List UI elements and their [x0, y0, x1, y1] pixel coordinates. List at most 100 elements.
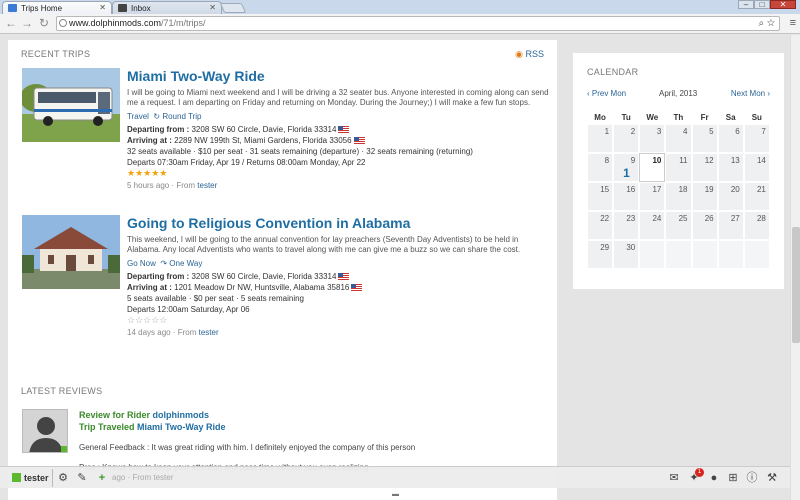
calendar-day[interactable]: 12	[691, 153, 718, 182]
church-photo[interactable]	[22, 215, 120, 289]
close-tab-icon[interactable]: ✕	[209, 3, 216, 12]
calendar-day[interactable]: 17	[639, 182, 666, 211]
calendar-empty-cell	[743, 240, 770, 269]
day-number: 9	[630, 156, 636, 165]
calendar-day[interactable]: 1	[587, 124, 614, 153]
calendar-empty-cell	[665, 240, 692, 269]
browser-navbar: ← → ↻ www.dolphinmods.com/71/m/trips/ ⌕ …	[0, 14, 800, 34]
calendar-day[interactable]: 24	[639, 211, 666, 240]
day-number: 15	[600, 185, 610, 194]
resize-grip-icon[interactable]: ▬	[392, 491, 399, 498]
next-month-link[interactable]: Next Mon ›	[731, 89, 770, 98]
calendar-day[interactable]: 28	[743, 211, 770, 240]
calendar-day[interactable]: 29	[587, 240, 614, 269]
calendar-day[interactable]: 19	[691, 182, 718, 211]
edit-icon[interactable]: ✎	[75, 471, 89, 485]
calendar-day[interactable]: 23	[613, 211, 640, 240]
tab-inbox[interactable]: Inbox ✕	[112, 1, 222, 14]
calendar-day[interactable]: 15	[587, 182, 614, 211]
calendar-day[interactable]: 4	[665, 124, 692, 153]
wrench-icon[interactable]: ⚒	[765, 471, 779, 485]
author-link[interactable]: tester	[199, 328, 219, 337]
day-number: 13	[730, 156, 740, 165]
reviewed-trip-link[interactable]: Miami Two-Way Ride	[137, 422, 226, 432]
close-tab-icon[interactable]: ✕	[99, 3, 106, 12]
scrollbar-thumb[interactable]	[792, 227, 800, 343]
address-bar[interactable]: www.dolphinmods.com/71/m/trips/ ⌕ ☆	[56, 16, 780, 31]
calendar-day[interactable]: 2	[613, 124, 640, 153]
site-favicon-icon	[8, 4, 17, 12]
mail-icon[interactable]: ✉	[667, 471, 681, 485]
minimize-button[interactable]: –	[738, 0, 754, 9]
reviewed-user-link[interactable]: dolphinmods	[153, 410, 210, 420]
calendar-day[interactable]: 13	[717, 153, 744, 182]
avatar[interactable]	[22, 409, 68, 453]
bus-photo[interactable]	[22, 68, 120, 142]
tab-trips-home[interactable]: Trips Home ✕	[2, 1, 112, 14]
calendar-day[interactable]: 22	[587, 211, 614, 240]
twitter-icon[interactable]: ✦ 1	[687, 468, 704, 485]
trip-category-link[interactable]: Go Now	[127, 259, 156, 268]
trip-title-link[interactable]: Miami Two-Way Ride	[127, 68, 552, 84]
seats-remaining-departure: 31 seats remaining (departure)	[249, 147, 360, 156]
weekday-label: Fr	[700, 113, 709, 122]
event-count-link[interactable]: 1	[623, 166, 630, 180]
user-menu[interactable]: tester	[12, 471, 49, 485]
vertical-scrollbar[interactable]	[790, 35, 800, 500]
day-number: 27	[730, 214, 740, 223]
zoom-icon[interactable]: ⌕	[758, 18, 764, 29]
review-for-label: Review for Rider	[79, 410, 151, 420]
back-button[interactable]: ←	[4, 17, 18, 31]
close-window-button[interactable]: ✕	[770, 0, 796, 9]
new-tab-button[interactable]	[219, 3, 247, 13]
prev-month-link[interactable]: ‹ Prev Mon	[587, 89, 626, 98]
forward-button[interactable]: →	[20, 17, 34, 31]
calendar-day[interactable]: 20	[717, 182, 744, 211]
day-number: 7	[761, 127, 766, 136]
maximize-button[interactable]: □	[754, 0, 770, 9]
rss-link[interactable]: ◉ RSS	[515, 49, 544, 60]
calendar-day[interactable]: 8	[587, 153, 614, 182]
profile-icon[interactable]: ●	[707, 471, 721, 485]
wrench-menu-icon[interactable]: ≡	[790, 17, 796, 29]
bookmark-star-icon[interactable]: ☆	[767, 18, 775, 29]
calendar-day[interactable]: 3	[639, 124, 666, 153]
calendar-week: 15 16 17 18 19 20 21	[587, 182, 770, 211]
settings-gear-icon[interactable]: ⚙	[56, 471, 70, 485]
calendar-day[interactable]: 5	[691, 124, 718, 153]
calendar-day[interactable]: 21	[743, 182, 770, 211]
calendar-day[interactable]: 16	[613, 182, 640, 211]
trip-details: Going to Religious Convention in Alabama…	[127, 215, 552, 337]
trip-category-link[interactable]: Travel	[127, 112, 149, 121]
calendar-day[interactable]: 7	[743, 124, 770, 153]
review-for-line: Review for Rider dolphinmods	[79, 409, 549, 421]
calendar-day[interactable]: 26	[691, 211, 718, 240]
calendar-day[interactable]: 27	[717, 211, 744, 240]
trip-type-link[interactable]: Round Trip	[162, 112, 201, 121]
add-icon[interactable]: +	[95, 471, 109, 485]
calendar-day[interactable]: 30	[613, 240, 640, 269]
calendar-day[interactable]: 91	[613, 153, 640, 182]
reload-button[interactable]: ↻	[37, 17, 51, 31]
day-number: 20	[730, 185, 740, 194]
trip-type-link[interactable]: One Way	[169, 259, 202, 268]
day-number: 4	[683, 127, 688, 136]
day-number: 30	[626, 243, 636, 252]
calendar-day[interactable]: 25	[665, 211, 692, 240]
weekday-label: Mo	[594, 113, 606, 122]
calendar-day[interactable]: 11	[665, 153, 692, 182]
trip-title-link[interactable]: Going to Religious Convention in Alabama	[127, 215, 552, 231]
departing-label: Departing from :	[127, 125, 190, 134]
info-icon[interactable]: ⓘ	[745, 471, 759, 485]
trip-meta: 5 hours ago · From tester	[127, 181, 218, 190]
posted-time: 5 hours ago	[127, 181, 170, 190]
day-number: 8	[604, 156, 610, 165]
calendar-day[interactable]: 18	[665, 182, 692, 211]
us-flag-icon	[353, 137, 365, 144]
hidden-meta-text: ago · From tester	[112, 473, 174, 482]
calendar-day[interactable]: 6	[717, 124, 744, 153]
calendar-day[interactable]: 14	[743, 153, 770, 182]
cart-icon[interactable]: ⊞	[726, 471, 740, 485]
calendar-day[interactable]: 10	[639, 153, 666, 182]
author-link[interactable]: tester	[197, 181, 217, 190]
